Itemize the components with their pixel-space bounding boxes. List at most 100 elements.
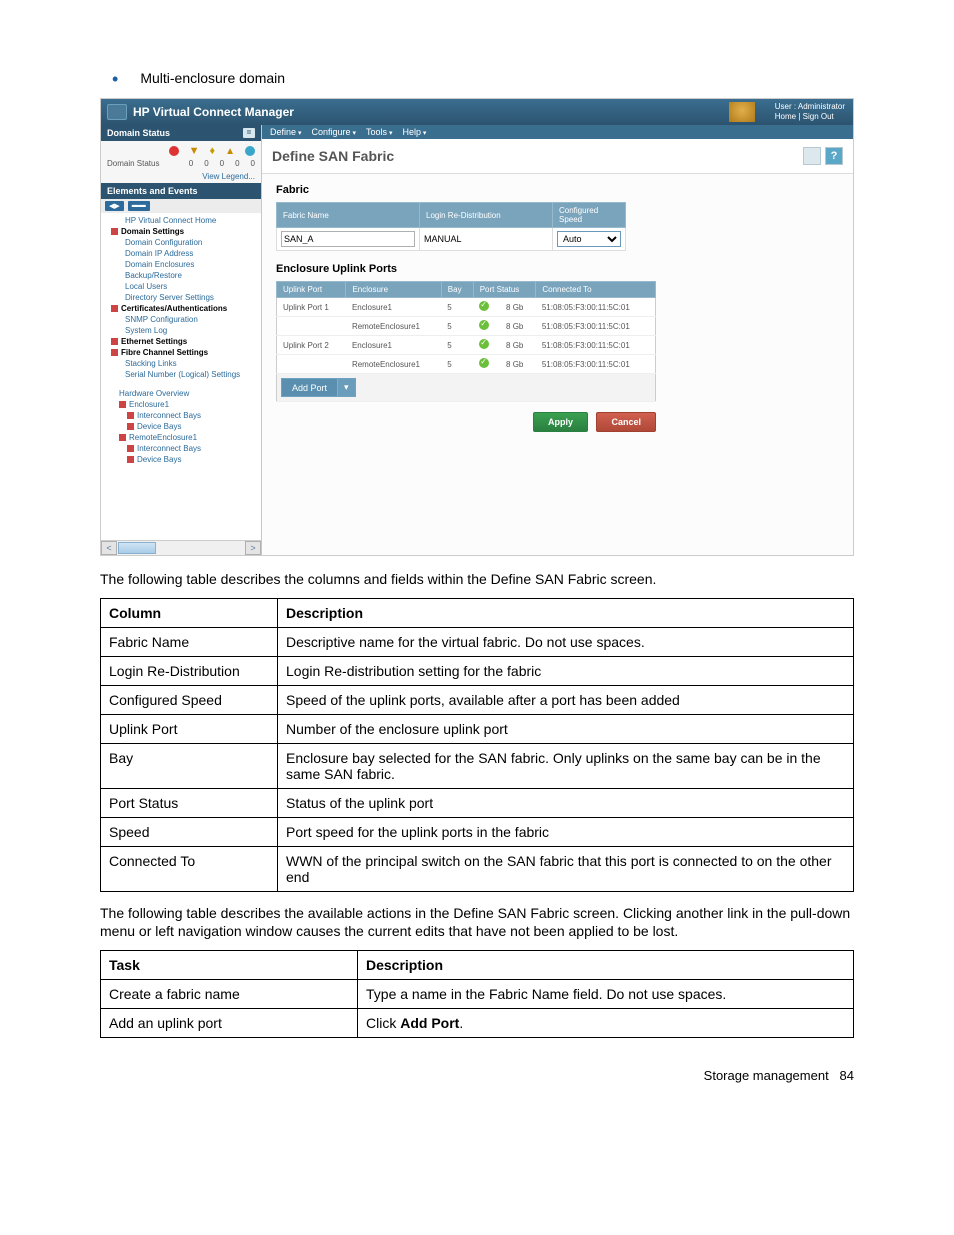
print-icon[interactable]: [803, 147, 821, 165]
nav-item[interactable]: Domain Settings: [101, 226, 261, 237]
scroll-left-icon[interactable]: <: [101, 541, 117, 555]
domain-status-label: Domain Status: [107, 128, 170, 138]
cell-uplink: Uplink Port 1: [277, 298, 346, 317]
cell-connected: 51:08:05:F3:00:11:5C:01: [536, 317, 656, 336]
columns-description-table: Column Description Fabric NameDescriptiv…: [100, 598, 854, 892]
app-title: HP Virtual Connect Manager: [133, 105, 294, 119]
cell-uplink: [277, 317, 346, 336]
bullet-dot: •: [112, 70, 118, 88]
page-footer: Storage management 84: [100, 1068, 854, 1083]
cell-task: Create a fabric name: [101, 980, 358, 1009]
view-legend-link[interactable]: View Legend...: [107, 168, 255, 181]
enclosure-header: Enclosure: [346, 282, 441, 298]
cell-enclosure: Enclosure1: [346, 298, 441, 317]
nav-item[interactable]: Domain IP Address: [101, 248, 261, 259]
chevron-down-icon[interactable]: ▾: [337, 379, 355, 396]
help-icon[interactable]: ?: [825, 147, 843, 165]
nav-item[interactable]: Hardware Overview: [101, 388, 261, 399]
configured-speed-select[interactable]: Auto: [557, 231, 621, 247]
status-count: 0: [251, 159, 255, 168]
elements-events-header: Elements and Events: [101, 183, 261, 199]
collapse-icon[interactable]: =: [243, 128, 255, 138]
scroll-right-icon[interactable]: >: [245, 541, 261, 555]
scroll-thumb[interactable]: [118, 542, 156, 554]
sidebar-scrollbar[interactable]: < >: [101, 540, 261, 555]
sidebar-tab[interactable]: ◀▶: [105, 201, 124, 211]
cell-description: Enclosure bay selected for the SAN fabri…: [278, 744, 854, 789]
nav-item[interactable]: Local Users: [101, 281, 261, 292]
add-port-label: Add Port: [282, 380, 337, 396]
nav-item[interactable]: Device Bays: [101, 421, 261, 432]
add-port-button[interactable]: Add Port ▾: [281, 378, 356, 397]
nav-item[interactable]: Interconnect Bays: [101, 443, 261, 454]
table-row: SpeedPort speed for the uplink ports in …: [101, 818, 854, 847]
footer-section: Storage management: [704, 1068, 829, 1083]
nav-item[interactable]: Device Bays: [101, 454, 261, 465]
cell-bay: 5: [441, 336, 473, 355]
user-block: User : Administrator Home | Sign Out: [775, 102, 845, 122]
table-row: Fabric NameDescriptive name for the virt…: [101, 628, 854, 657]
nav-item[interactable]: Enclosure1: [101, 399, 261, 410]
home-link[interactable]: Home: [775, 112, 796, 121]
cell-uplink: Uplink Port 2: [277, 336, 346, 355]
nav-item[interactable]: Fibre Channel Settings: [101, 347, 261, 358]
cancel-button[interactable]: Cancel: [596, 412, 656, 432]
status-count: 0: [204, 159, 208, 168]
nav-item[interactable]: Directory Server Settings: [101, 292, 261, 303]
menu-define[interactable]: Define: [270, 127, 301, 137]
cell-description: Speed of the uplink ports, available aft…: [278, 686, 854, 715]
status-info-icon: [245, 146, 255, 156]
menu-configure[interactable]: Configure: [311, 127, 356, 137]
sidebar-tab[interactable]: ▬▬: [128, 201, 150, 211]
table-row: Connected ToWWN of the principal switch …: [101, 847, 854, 892]
nav-item[interactable]: Interconnect Bays: [101, 410, 261, 421]
nav-item[interactable]: HP Virtual Connect Home: [101, 215, 261, 226]
menu-help[interactable]: Help: [402, 127, 426, 137]
nav-item[interactable]: Domain Configuration: [101, 237, 261, 248]
cell-description: Status of the uplink port: [278, 789, 854, 818]
cell-column: Uplink Port: [101, 715, 278, 744]
table-row: Login Re-DistributionLogin Re-distributi…: [101, 657, 854, 686]
cell-description: Number of the enclosure uplink port: [278, 715, 854, 744]
paragraph: The following table describes the availa…: [100, 904, 854, 940]
nav-item[interactable]: Ethernet Settings: [101, 336, 261, 347]
tasks-description-table: Task Description Create a fabric nameTyp…: [100, 950, 854, 1038]
cell-column: Port Status: [101, 789, 278, 818]
nav-item[interactable]: Stacking Links: [101, 358, 261, 369]
paragraph: The following table describes the column…: [100, 570, 854, 588]
nav-item[interactable]: SNMP Configuration: [101, 314, 261, 325]
nav-item[interactable]: Serial Number (Logical) Settings: [101, 369, 261, 380]
apply-button[interactable]: Apply: [533, 412, 588, 432]
cell-connected: 51:08:05:F3:00:11:5C:01: [536, 336, 656, 355]
cell-description: WWN of the principal switch on the SAN f…: [278, 847, 854, 892]
cell-column: Speed: [101, 818, 278, 847]
table-row: RemoteEnclosure158 Gb51:08:05:F3:00:11:5…: [277, 317, 656, 336]
nav-item[interactable]: System Log: [101, 325, 261, 336]
table-header-description: Description: [278, 599, 854, 628]
login-redist-header: Login Re-Distribution: [420, 203, 553, 228]
cell-connected: 51:08:05:F3:00:11:5C:01: [536, 355, 656, 374]
fabric-table: Fabric Name Login Re-Distribution Config…: [276, 202, 626, 251]
status-minor-icon: ♦: [209, 145, 215, 157]
cell-uplink: [277, 355, 346, 374]
cell-description: Descriptive name for the virtual fabric.…: [278, 628, 854, 657]
cell-bay: 5: [441, 317, 473, 336]
printer-icon[interactable]: [729, 102, 755, 122]
ports-section-title: Enclosure Uplink Ports: [276, 263, 839, 275]
status-warning-icon: ▲: [225, 146, 235, 157]
nav-item[interactable]: Certificates/Authentications: [101, 303, 261, 314]
port-status-header: Port Status: [473, 282, 536, 298]
nav-item[interactable]: Backup/Restore: [101, 270, 261, 281]
signout-link[interactable]: Sign Out: [803, 112, 834, 121]
cell-description: Click Add Port.: [358, 1009, 854, 1038]
menu-tools[interactable]: Tools: [366, 127, 392, 137]
cell-speed: 8 Gb: [500, 355, 536, 374]
nav-item[interactable]: Domain Enclosures: [101, 259, 261, 270]
status-sublabel: Domain Status: [107, 159, 159, 168]
nav-item[interactable]: RemoteEnclosure1: [101, 432, 261, 443]
table-header-column: Column: [101, 599, 278, 628]
user-label: User :: [775, 102, 796, 111]
bay-header: Bay: [441, 282, 473, 298]
table-header-description: Description: [358, 951, 854, 980]
fabric-name-input[interactable]: [281, 231, 415, 247]
